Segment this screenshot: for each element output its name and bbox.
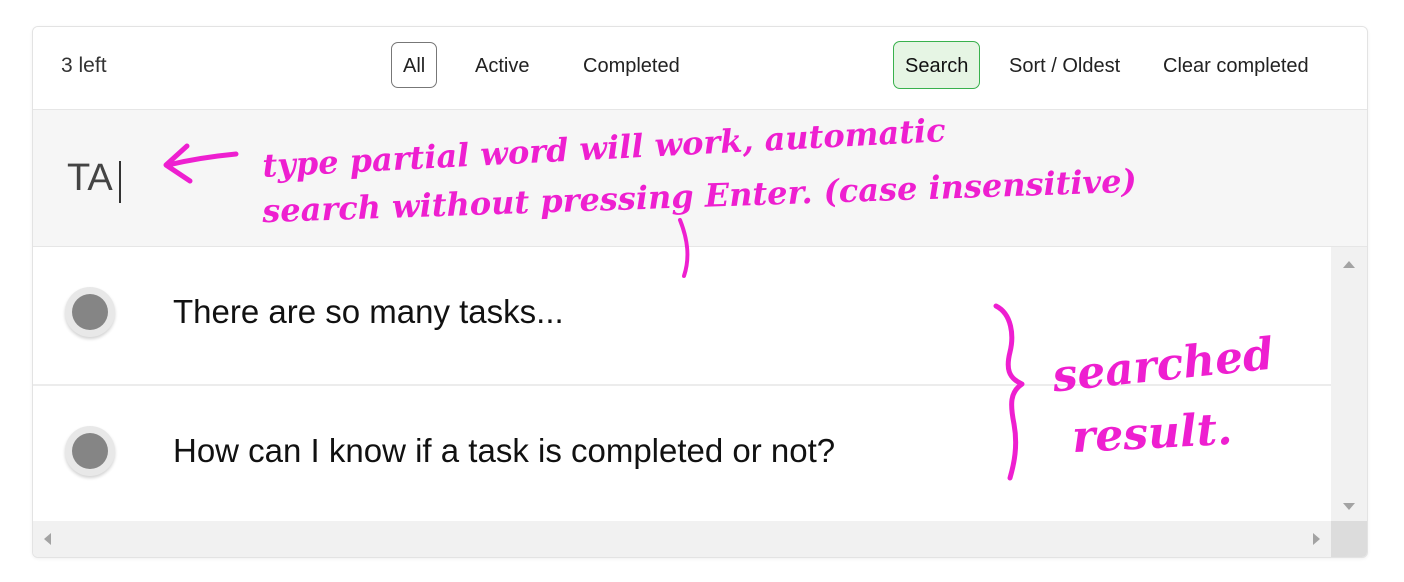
task-text[interactable]: How can I know if a task is completed or… bbox=[173, 432, 835, 470]
filter-active-button[interactable]: Active bbox=[463, 42, 541, 88]
todo-app: 3 left All Active Completed Search Sort … bbox=[32, 26, 1368, 558]
scroll-down-icon[interactable] bbox=[1343, 503, 1355, 510]
search-toggle-button[interactable]: Search bbox=[893, 41, 981, 89]
toolbar: 3 left All Active Completed Search Sort … bbox=[33, 27, 1367, 110]
horizontal-scrollbar[interactable] bbox=[33, 521, 1331, 557]
clear-completed-button[interactable]: Clear completed bbox=[1151, 42, 1321, 88]
toggle-dot-icon bbox=[72, 294, 108, 330]
filter-completed-button[interactable]: Completed bbox=[571, 42, 692, 88]
scroll-right-icon[interactable] bbox=[1313, 533, 1320, 545]
task-toggle[interactable] bbox=[65, 287, 115, 337]
toggle-dot-icon bbox=[72, 433, 108, 469]
vertical-scrollbar[interactable] bbox=[1331, 247, 1367, 521]
scrollbar-corner bbox=[1331, 521, 1367, 557]
task-toggle[interactable] bbox=[65, 426, 115, 476]
filter-all-button[interactable]: All bbox=[391, 42, 438, 88]
task-text[interactable]: There are so many tasks... bbox=[173, 293, 564, 331]
scroll-left-icon[interactable] bbox=[44, 533, 51, 545]
scroll-up-icon[interactable] bbox=[1343, 261, 1355, 268]
result-annotation-line2: result. bbox=[1070, 403, 1234, 464]
items-left-count: 3 left bbox=[61, 54, 107, 77]
sort-button[interactable]: Sort / Oldest bbox=[997, 42, 1132, 88]
